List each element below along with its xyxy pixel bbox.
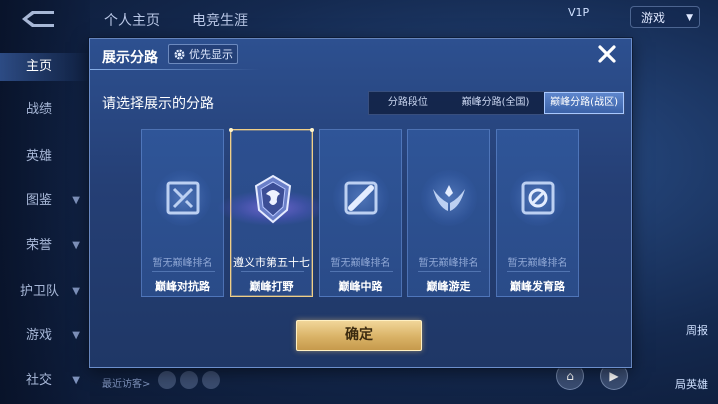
chevron-down-icon: ▼: [72, 330, 80, 341]
chevron-down-icon: ▼: [72, 286, 80, 297]
jungle-crest-icon: [254, 174, 292, 224]
visitor-avatar[interactable]: [180, 371, 198, 389]
lane-card-clash[interactable]: 暂无巅峰排名 巅峰对抗路: [141, 129, 224, 297]
sidebar-item-record[interactable]: 战绩: [0, 96, 90, 124]
sidebar-item-game[interactable]: 游戏 ▼: [0, 322, 90, 350]
lane-source-tabs: 分路段位 巅峰分路(全国) 巅峰分路(战区): [368, 91, 625, 115]
sidebar-item-social[interactable]: 社交 ▼: [0, 367, 90, 395]
clash-lane-icon: [166, 181, 200, 215]
card-divider: [330, 271, 393, 272]
card-divider: [507, 271, 570, 272]
farm-lane-icon: [521, 181, 555, 215]
chevron-down-icon: ▼: [72, 240, 80, 251]
card-rank: 遵义市第五十七: [233, 256, 310, 269]
icon-halo: [155, 170, 211, 226]
lane-card-roam[interactable]: 暂无巅峰排名 巅峰游走: [407, 129, 490, 297]
select-lane-prompt: 请选择展示的分路: [102, 96, 214, 112]
tab-peak-national[interactable]: 巅峰分路(全国): [447, 92, 544, 114]
sidebar-item-atlas[interactable]: 图鉴 ▼: [0, 187, 90, 215]
card-rank: 暂无巅峰排名: [330, 258, 391, 269]
priority-label: 优先显示: [189, 48, 233, 61]
card-rank: 暂无巅峰排名: [152, 258, 213, 269]
chevron-down-icon: ▼: [72, 195, 80, 206]
lane-card-mid[interactable]: 暂无巅峰排名 巅峰中路: [319, 129, 402, 297]
mid-lane-icon: [344, 181, 378, 215]
lane-card-farm[interactable]: 暂无巅峰排名 巅峰发育路: [496, 129, 579, 297]
tab-lane-rank[interactable]: 分路段位: [369, 92, 447, 114]
lane-display-dialog: 展示分路 优先显示 请选择展示的分路 分路段位 巅峰分路(全国) 巅峰分路(战区…: [89, 38, 632, 368]
sidebar-item-home[interactable]: 主页: [0, 53, 90, 81]
vip-badge: V1P: [568, 6, 590, 19]
lane-card-list: 暂无巅峰排名 巅峰对抗路 遵义市第五十七 巅峰打野 暂无巅峰排名 巅峰中路 暂无…: [141, 128, 581, 299]
recent-visitors-link[interactable]: 最近访客>: [102, 375, 150, 390]
priority-display-button[interactable]: 优先显示: [168, 44, 238, 64]
corner-sparkle: [310, 128, 314, 132]
card-lane: 巅峰发育路: [510, 280, 565, 293]
weekly-report-label[interactable]: 周报: [686, 322, 708, 338]
chevron-down-icon: ▼: [72, 375, 80, 386]
close-icon[interactable]: [596, 43, 618, 65]
tab-peak-region[interactable]: 巅峰分路(战区): [544, 92, 624, 114]
confirm-button[interactable]: 确定: [296, 320, 422, 351]
card-lane: 巅峰游走: [426, 280, 471, 293]
sidebar-item-guard[interactable]: 护卫队 ▼: [0, 278, 90, 306]
card-divider: [241, 271, 304, 272]
card-divider: [418, 271, 481, 272]
icon-halo: [333, 170, 389, 226]
top-right-dropdown[interactable]: 游戏 ▼: [630, 6, 700, 28]
game-logo-icon: [22, 11, 54, 27]
card-lane: 巅峰打野: [249, 280, 294, 293]
dialog-title: 展示分路: [102, 50, 158, 66]
tab-esports[interactable]: 电竞生涯: [192, 10, 248, 30]
title-divider: [90, 69, 260, 70]
card-lane: 巅峰对抗路: [155, 280, 210, 293]
visitor-avatar[interactable]: [202, 371, 220, 389]
background-sidebar: 主页 战绩 英雄 图鉴 ▼ 荣誉 ▼ 护卫队 ▼ 游戏 ▼ 社交 ▼: [0, 0, 90, 404]
visitor-avatar[interactable]: [158, 371, 176, 389]
corner-sparkle: [229, 128, 233, 132]
card-rank: 暂无巅峰排名: [507, 258, 568, 269]
card-divider: [152, 271, 215, 272]
chevron-down-icon: ▼: [686, 13, 693, 23]
lane-card-jungle[interactable]: 遵义市第五十七 巅峰打野: [217, 128, 327, 297]
hero-label[interactable]: 局英雄: [675, 376, 708, 392]
gear-icon: [174, 49, 185, 60]
card-rank: 暂无巅峰排名: [418, 258, 479, 269]
sidebar-item-honor[interactable]: 荣誉 ▼: [0, 232, 90, 260]
tab-profile[interactable]: 个人主页: [104, 10, 160, 30]
sidebar-item-heroes[interactable]: 英雄: [0, 143, 90, 171]
roam-wings-icon: [433, 185, 465, 211]
card-lane: 巅峰中路: [338, 280, 383, 293]
icon-halo: [421, 170, 477, 226]
icon-halo: [510, 170, 566, 226]
